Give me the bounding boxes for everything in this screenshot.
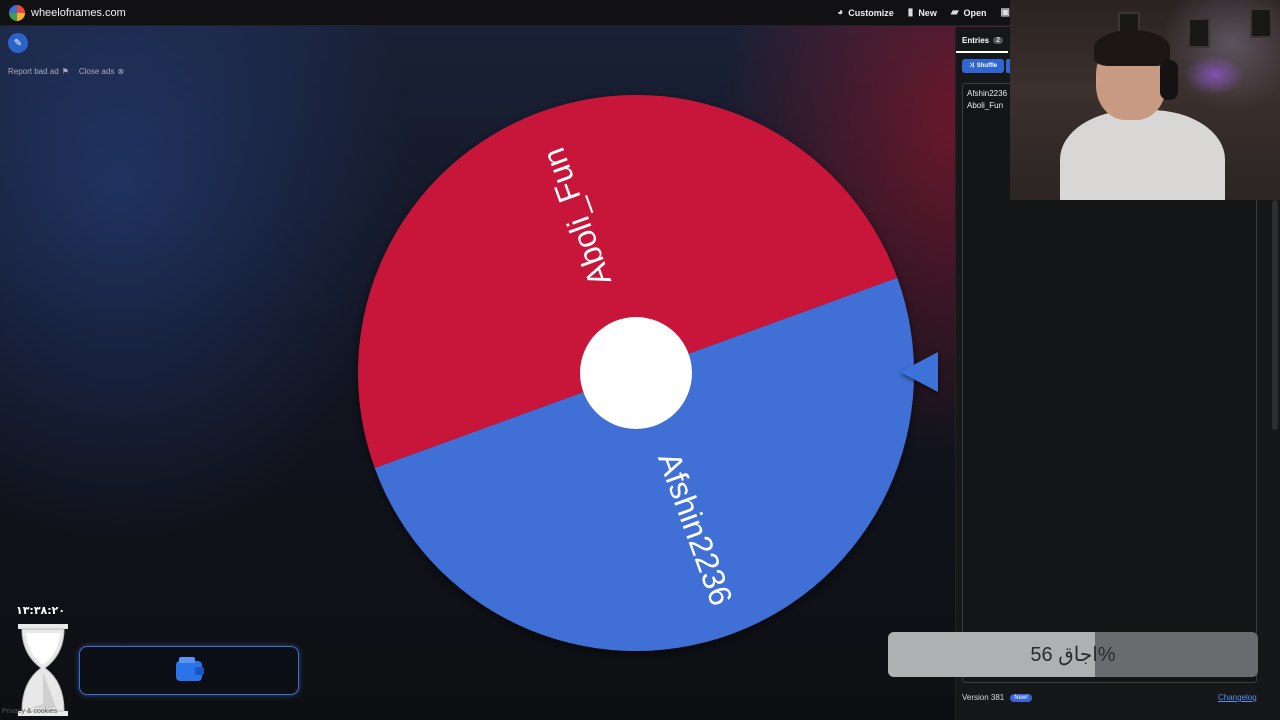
version-info: Version 381 New! [962, 693, 1032, 702]
new-label: New [918, 7, 937, 18]
save-icon: ▣ [1000, 7, 1010, 18]
webcam-purple-light [1185, 55, 1245, 95]
palette-icon: ◕ [837, 7, 844, 18]
open-button[interactable]: ▰ Open [951, 7, 987, 18]
top-bar: wheelofnames.com ◕ Customize ▮ New ▰ Ope… [0, 0, 1010, 26]
wallet-icon [176, 656, 204, 681]
customize-button[interactable]: ◕ Customize [837, 7, 894, 18]
close-circle-icon: ⊗ [117, 67, 125, 76]
wall-frame [1250, 8, 1272, 38]
progress-bar: اجاق 56% [888, 632, 1258, 677]
shuffle-button[interactable]: ⤨ Shuffle [962, 59, 1004, 73]
wheel[interactable]: Aboli_Fun Afshin2236 [352, 88, 922, 658]
edit-pencil-button[interactable]: ✎ [8, 33, 28, 53]
shuffle-label: Shuffle [976, 63, 998, 69]
close-ads-link[interactable]: Close ads ⊗ [79, 67, 124, 76]
tab-entries[interactable]: Entries 2 [962, 36, 1004, 45]
new-badge: New! [1010, 693, 1032, 702]
folder-icon: ▰ [950, 7, 959, 18]
wheel-center-hub[interactable] [580, 317, 692, 429]
report-label: Report bad ad [8, 67, 59, 76]
person-hoodie [1060, 110, 1225, 200]
report-bad-ad-link[interactable]: Report bad ad ⚑ [8, 67, 69, 76]
sidebar-scrollbar[interactable] [1272, 200, 1278, 430]
close-ads-label: Close ads [78, 67, 115, 76]
entry-line: Aboli_Fun [967, 101, 1004, 110]
pencil-icon: ✎ [13, 37, 23, 49]
brand-name: wheelofnames.com [31, 6, 126, 19]
version-label: Version 381 [962, 693, 1005, 702]
entries-tab-label: Entries [962, 36, 990, 45]
wheel-pointer-icon [900, 352, 938, 392]
entry-line: Afshin2236 [967, 89, 1008, 98]
countdown-timer: ۱۳:۳۸:۲۰ [16, 604, 66, 617]
wall-frame [1188, 18, 1210, 48]
customize-label: Customize [848, 7, 894, 18]
hourglass-icon [18, 624, 68, 716]
entries-count-badge: 2 [993, 37, 1004, 44]
open-label: Open [963, 7, 987, 18]
privacy-link[interactable]: Privacy & cookies [2, 708, 57, 715]
webcam-overlay [1010, 0, 1280, 200]
changelog-link[interactable]: Changelog [1218, 693, 1257, 702]
person-hair [1094, 30, 1170, 66]
wheel-graphic[interactable]: Aboli_FunAfshin2236 [352, 88, 922, 658]
wallet-button[interactable] [79, 646, 299, 695]
shuffle-icon: ⤨ [968, 62, 974, 69]
new-button[interactable]: ▮ New [908, 7, 937, 18]
headset-icon [1160, 60, 1178, 100]
flag-icon: ⚑ [61, 67, 69, 76]
ad-links: Report bad ad ⚑ Close ads ⊗ [8, 67, 124, 76]
save-button[interactable]: ▣ [1001, 7, 1010, 18]
active-tab-indicator [956, 51, 1008, 53]
progress-label: اجاق 56% [1030, 644, 1116, 666]
wheel-logo-icon [9, 4, 25, 21]
brand[interactable]: wheelofnames.com [9, 4, 126, 21]
top-nav: ◕ Customize ▮ New ▰ Open ▣ [837, 7, 1010, 18]
file-icon: ▮ [907, 7, 914, 18]
